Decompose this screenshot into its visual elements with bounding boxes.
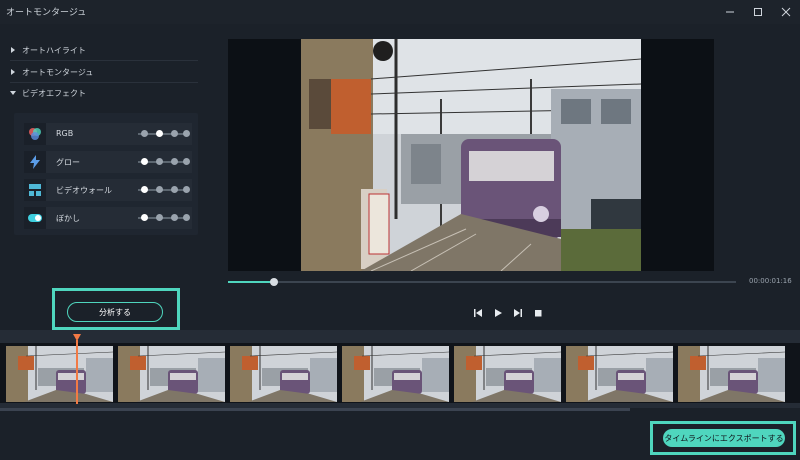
glow-icon: [24, 151, 46, 173]
effect-row-rgb[interactable]: RGB: [24, 123, 192, 145]
play-button[interactable]: [491, 305, 505, 319]
slider-stop: [183, 130, 190, 137]
section-label: オートハイライト: [22, 45, 86, 55]
slider-stop: [171, 214, 178, 221]
slider-stop: [183, 214, 190, 221]
title-bar: オートモンタージュ: [0, 0, 800, 24]
rgb-icon: [24, 123, 46, 145]
timeline-thumbnail[interactable]: [342, 346, 449, 402]
analyze-button[interactable]: 分析する: [67, 302, 163, 322]
progress-fill: [228, 281, 274, 283]
timeline-thumbnail[interactable]: [230, 346, 337, 402]
section-video-effect[interactable]: ビデオエフェクト: [10, 85, 86, 101]
slider-stop: [156, 186, 163, 193]
play-icon: [493, 303, 503, 322]
analyze-highlight: 分析する: [52, 288, 180, 330]
close-button[interactable]: [772, 0, 800, 24]
prev-frame-button[interactable]: [471, 305, 485, 319]
timeline-thumbnail[interactable]: [678, 346, 785, 402]
divider: [10, 82, 198, 83]
close-icon: [781, 7, 791, 17]
timecode: 00:00:01:16: [749, 277, 792, 285]
slider-knob[interactable]: [156, 130, 163, 137]
slider-knob[interactable]: [141, 158, 148, 165]
next-frame-button[interactable]: [511, 305, 525, 319]
divider: [10, 60, 198, 61]
effect-slider[interactable]: [138, 186, 190, 193]
maximize-icon: [753, 7, 763, 17]
slider-stop: [171, 130, 178, 137]
playhead[interactable]: [76, 340, 78, 404]
export-highlight: タイムラインにエクスポートする: [650, 421, 796, 455]
expand-right-icon: [10, 69, 22, 75]
timeline-thumbnail[interactable]: [6, 346, 113, 402]
effect-label: RGB: [56, 129, 74, 138]
expand-down-icon: [10, 90, 22, 96]
timeline-scrollbar[interactable]: [0, 408, 630, 411]
effect-label: グロー: [56, 158, 80, 167]
effect-label: ぼかし: [56, 214, 80, 223]
next-frame-icon: [513, 303, 523, 322]
video-wall-icon: [24, 179, 46, 201]
playback-progress[interactable]: [228, 278, 736, 286]
slider-stop: [156, 158, 163, 165]
slider-knob[interactable]: [141, 186, 148, 193]
effect-row-glow[interactable]: グロー: [24, 151, 192, 173]
section-label: オートモンタージュ: [22, 67, 94, 77]
slider-stop: [183, 158, 190, 165]
effect-slider[interactable]: [138, 158, 190, 165]
slider-stop: [171, 186, 178, 193]
effect-label: ビデオウォール: [56, 186, 112, 195]
progress-knob[interactable]: [269, 278, 278, 286]
timeline-thumbnail[interactable]: [454, 346, 561, 402]
effect-row-video-wall[interactable]: ビデオウォール: [24, 179, 192, 201]
effect-slider[interactable]: [138, 214, 190, 221]
effect-row-blur[interactable]: ぼかし: [24, 207, 192, 229]
slider-stop: [171, 158, 178, 165]
minimize-icon: [725, 7, 735, 17]
playhead-icon[interactable]: [73, 334, 81, 341]
timeline-thumbnail[interactable]: [118, 346, 225, 402]
maximize-button[interactable]: [744, 0, 772, 24]
effect-slider[interactable]: [138, 130, 190, 137]
slider-stop: [141, 130, 148, 137]
effects-panel: RGB グロー ビデオウォール ぼかし: [14, 113, 198, 235]
minimize-button[interactable]: [716, 0, 744, 24]
preview-frame: [301, 39, 641, 271]
slider-knob[interactable]: [141, 214, 148, 221]
window-title: オートモンタージュ: [6, 8, 87, 18]
expand-right-icon: [10, 47, 22, 53]
prev-frame-icon: [473, 303, 483, 322]
timeline-thumbnail[interactable]: [566, 346, 673, 402]
section-label: ビデオエフェクト: [22, 88, 86, 98]
stop-icon: [533, 303, 543, 322]
slider-stop: [183, 186, 190, 193]
slider-stop: [156, 214, 163, 221]
section-auto-montage[interactable]: オートモンタージュ: [10, 64, 93, 80]
export-to-timeline-button[interactable]: タイムラインにエクスポートする: [663, 429, 785, 447]
section-auto-highlight[interactable]: オートハイライト: [10, 42, 86, 58]
blur-icon: [24, 207, 46, 229]
video-preview[interactable]: [228, 39, 714, 271]
stop-button[interactable]: [531, 305, 545, 319]
